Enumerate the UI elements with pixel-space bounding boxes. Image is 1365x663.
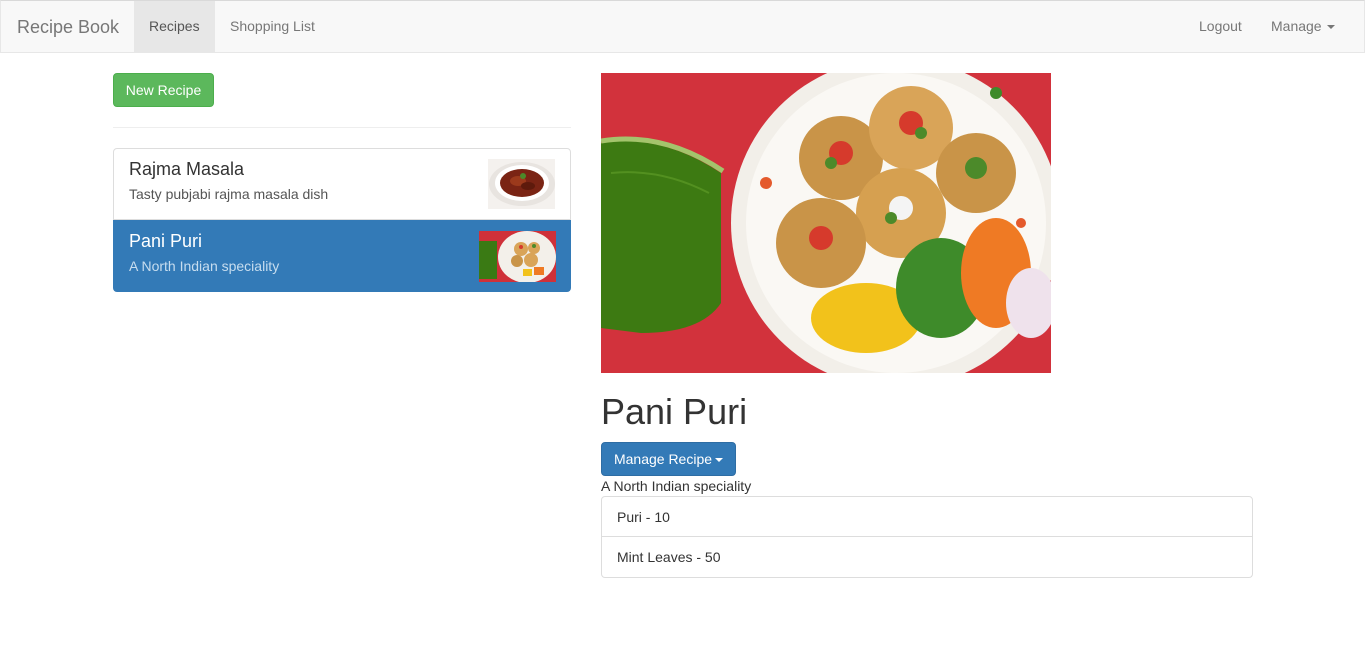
recipe-item-name: Rajma Masala — [129, 159, 245, 179]
recipe-thumbnail — [479, 231, 556, 282]
recipe-title: Pani Puri — [601, 391, 748, 432]
recipe-item-description: A North Indian speciality — [129, 258, 280, 274]
new-recipe-button[interactable]: New Recipe — [113, 73, 214, 107]
recipe-list-item[interactable]: Rajma Masala Tasty pubjabi rajma masala … — [113, 148, 571, 220]
ingredient-item[interactable]: Puri - 10 — [601, 496, 1253, 537]
recipe-description: A North Indian speciality — [601, 478, 752, 494]
nav-manage-dropdown[interactable]: Manage — [1256, 1, 1350, 52]
recipe-thumbnail — [488, 159, 555, 209]
recipe-list-item-active[interactable]: Pani Puri A North Indian speciality — [113, 220, 571, 292]
brand-link[interactable]: Recipe Book — [17, 17, 119, 37]
ingredient-item[interactable]: Mint Leaves - 50 — [601, 537, 1253, 578]
nav-shopping-list[interactable]: Shopping List — [215, 1, 330, 52]
recipe-item-description: Tasty pubjabi rajma masala dish — [129, 186, 329, 202]
divider — [113, 127, 571, 128]
nav-manage-label: Manage — [1271, 18, 1322, 34]
manage-recipe-label: Manage Recipe — [613, 451, 713, 467]
recipe-item-name: Pani Puri — [129, 231, 203, 251]
recipe-image — [601, 73, 1051, 373]
chevron-down-icon — [1326, 25, 1335, 30]
navbar: Recipe Book Recipes Shopping List Logout… — [0, 0, 1365, 53]
nav-logout[interactable]: Logout — [1184, 1, 1257, 52]
manage-recipe-button[interactable]: Manage Recipe — [601, 442, 736, 476]
nav-recipes[interactable]: Recipes — [134, 1, 215, 52]
ingredient-list: Puri - 10 Mint Leaves - 50 — [601, 496, 1253, 578]
chevron-down-icon — [715, 458, 724, 463]
